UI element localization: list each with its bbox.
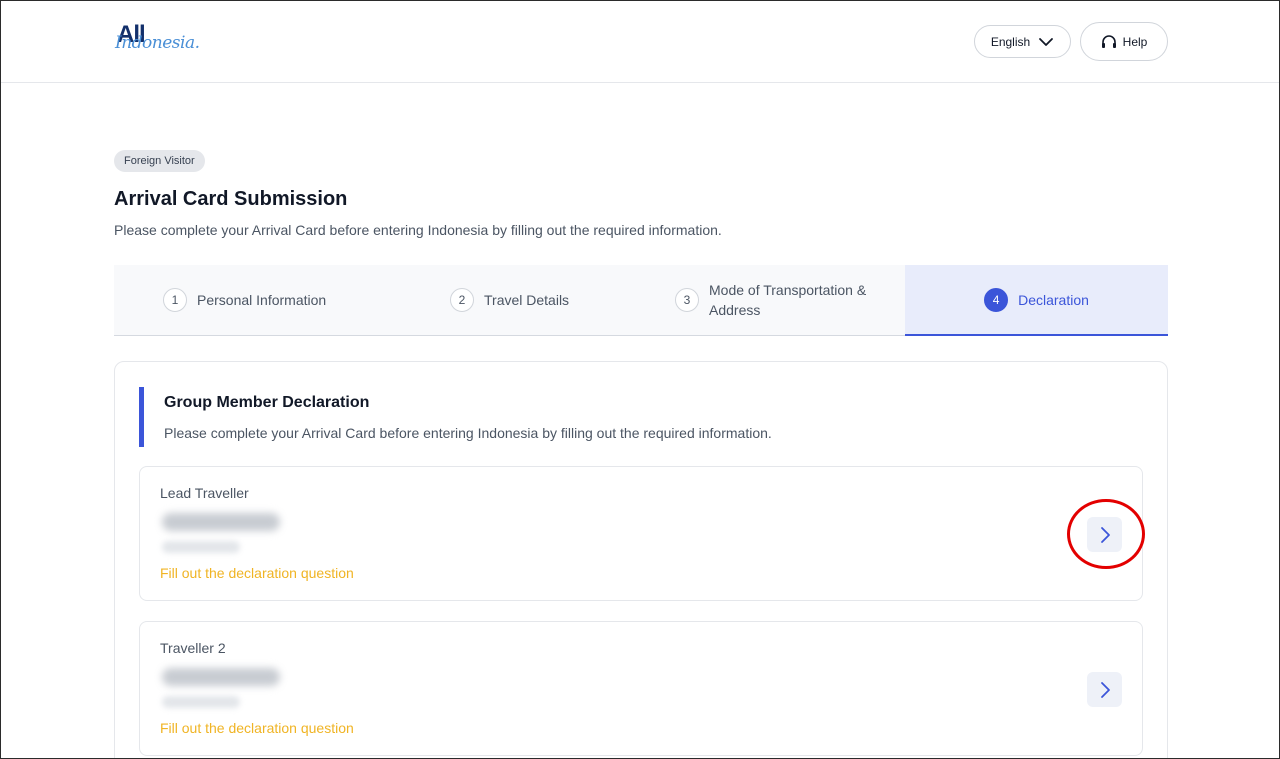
- top-header: All Indonesia. English Help: [1, 1, 1279, 83]
- step-label: Mode of Transportation & Address: [709, 280, 866, 320]
- traveller-label: Traveller 2: [160, 640, 226, 656]
- logo-text-indonesia: Indonesia.: [115, 33, 200, 53]
- redacted-detail: [162, 696, 240, 708]
- traveller-label: Lead Traveller: [160, 485, 249, 501]
- page-subtitle: Please complete your Arrival Card before…: [114, 222, 722, 238]
- page-frame: All Indonesia. English Help Foreign Visi…: [0, 0, 1280, 759]
- headset-icon: [1101, 34, 1116, 48]
- section-title: Group Member Declaration: [164, 394, 370, 411]
- language-select-button[interactable]: English: [974, 25, 1071, 58]
- chevron-right-icon: [1100, 526, 1110, 543]
- traveller-card-2[interactable]: Traveller 2 Fill out the declaration que…: [139, 621, 1143, 756]
- visitor-type-badge: Foreign Visitor: [114, 150, 205, 172]
- declaration-status: Fill out the declaration question: [160, 565, 354, 581]
- chevron-down-icon: [1039, 37, 1054, 46]
- step-label: Declaration: [1018, 291, 1089, 308]
- help-button[interactable]: Help: [1080, 22, 1168, 61]
- section-accent-bar: [139, 387, 144, 447]
- declaration-status: Fill out the declaration question: [160, 720, 354, 736]
- chevron-right-icon: [1100, 681, 1110, 698]
- traveller-card-lead[interactable]: Lead Traveller Fill out the declaration …: [139, 466, 1143, 601]
- redacted-detail: [162, 541, 240, 553]
- page-title: Arrival Card Submission: [114, 188, 348, 210]
- section-subtitle: Please complete your Arrival Card before…: [164, 425, 772, 441]
- step-number: 2: [450, 288, 474, 312]
- step-number: 3: [675, 288, 699, 312]
- redacted-name: [162, 668, 280, 686]
- open-declaration-button[interactable]: [1087, 672, 1122, 707]
- step-label-line2: Address: [709, 302, 761, 318]
- redacted-name: [162, 513, 280, 531]
- help-label: Help: [1122, 34, 1148, 49]
- step-label-line1: Mode of Transportation &: [709, 282, 867, 298]
- all-indonesia-logo[interactable]: All Indonesia.: [113, 21, 213, 61]
- step-personal-information[interactable]: 1 Personal Information: [163, 265, 326, 335]
- step-declaration[interactable]: 4 Declaration: [905, 265, 1168, 336]
- step-travel-details[interactable]: 2 Travel Details: [450, 265, 569, 335]
- step-number: 4: [984, 287, 1009, 312]
- step-label: Personal Information: [197, 292, 327, 308]
- open-declaration-button[interactable]: [1087, 517, 1122, 552]
- language-label: English: [990, 34, 1031, 49]
- form-stepper: 1 Personal Information 2 Travel Details …: [114, 265, 1168, 336]
- step-mode-of-transportation[interactable]: 3 Mode of Transportation & Address: [675, 265, 866, 335]
- step-number: 1: [163, 288, 187, 312]
- step-label: Travel Details: [484, 292, 570, 308]
